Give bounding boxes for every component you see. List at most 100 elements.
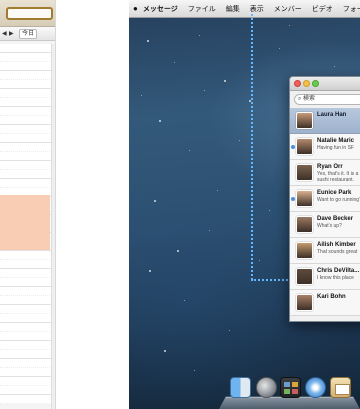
star — [177, 250, 179, 252]
calendar-time-row[interactable] — [0, 305, 52, 314]
finder-icon[interactable] — [230, 377, 251, 398]
calendar-time-row[interactable] — [0, 359, 52, 368]
star — [269, 210, 270, 211]
unread-dot-icon — [291, 197, 295, 201]
calendar-time-row[interactable] — [0, 287, 52, 296]
calendar-time-row[interactable] — [0, 143, 52, 152]
star — [194, 370, 195, 371]
calendar-time-row[interactable] — [0, 116, 52, 125]
calendar-time-row[interactable] — [0, 341, 52, 350]
avatar — [296, 294, 313, 311]
calendar-time-row[interactable] — [0, 71, 52, 80]
next-arrow-icon[interactable]: ▶ — [9, 30, 14, 37]
menu-file[interactable]: ファイル — [183, 4, 221, 14]
mail-icon[interactable] — [330, 377, 351, 398]
search-placeholder: 検索 — [303, 96, 316, 102]
calendar-time-row[interactable] — [0, 89, 52, 98]
calendar-scrollbar[interactable] — [51, 44, 55, 409]
star — [189, 150, 190, 151]
calendar-time-row[interactable] — [0, 323, 52, 332]
conversation-item[interactable]: Laura Han — [290, 108, 360, 134]
calendar-time-row[interactable] — [0, 80, 52, 89]
conversation-item[interactable]: Chris DeVilta... I know this place — [290, 264, 360, 290]
calendar-time-row[interactable] — [0, 350, 52, 359]
screenshot: ◀ ▶ 今日 ● メッセージ ファイル 編集 表示 メンバー ビデオ フォーマッ… — [0, 0, 360, 409]
calendar-time-row[interactable] — [0, 260, 52, 269]
star — [174, 62, 175, 63]
launchpad-icon[interactable] — [256, 377, 277, 398]
star — [229, 330, 230, 331]
calendar-time-row[interactable] — [0, 53, 52, 62]
conversation-name: Natalie Maric — [317, 138, 355, 144]
conversation-preview: Want to go running? — [317, 197, 360, 203]
star — [141, 95, 142, 96]
conversation-item[interactable]: Dave Becker What's up? — [290, 212, 360, 238]
star — [217, 190, 218, 191]
calendar-time-row[interactable] — [0, 296, 52, 305]
conversation-preview: That sounds great — [317, 249, 358, 255]
avatar — [296, 138, 313, 155]
avatar — [296, 190, 313, 207]
mission-control-icon[interactable] — [280, 377, 301, 398]
star — [334, 66, 335, 67]
conversation-name: Chris DeVilta... — [317, 268, 360, 274]
calendar-time-row[interactable] — [0, 98, 52, 107]
conversation-preview: What's up? — [317, 223, 342, 229]
calendar-nav-bar: ◀ ▶ 今日 — [0, 27, 55, 41]
messages-window: ⌕ 検索 Laura Han Natalie Maric Having fun in… — [289, 76, 360, 322]
calendar-time-row[interactable] — [0, 170, 52, 179]
conversation-item[interactable]: Natalie Maric Having fun in SF — [290, 134, 360, 160]
conversation-item[interactable]: Eunice Park Want to go running? — [290, 186, 360, 212]
star — [259, 260, 260, 261]
conversation-list: Laura Han Natalie Maric Having fun in SF Ry… — [290, 108, 360, 316]
calendar-event[interactable] — [0, 195, 50, 250]
calendar-time-row[interactable] — [0, 161, 52, 170]
zoom-button[interactable] — [312, 80, 319, 87]
calendar-time-row[interactable] — [0, 314, 52, 323]
close-button[interactable] — [294, 80, 301, 87]
star — [184, 300, 185, 301]
star — [159, 120, 161, 122]
previous-arrow-icon[interactable]: ◀ — [2, 30, 7, 37]
calendar-toolbar — [0, 0, 55, 27]
star — [199, 35, 200, 36]
conversation-item[interactable]: Ryan Orr Yes, that's it. It is a sushi re… — [290, 160, 360, 186]
star — [224, 80, 226, 82]
menu-buddies[interactable]: メンバー — [269, 4, 307, 14]
safari-icon[interactable] — [305, 377, 326, 398]
calendar-time-row[interactable] — [0, 368, 52, 377]
calendar-time-row[interactable] — [0, 62, 52, 71]
conversation-item[interactable]: Ailish Kimber That sounds great — [290, 238, 360, 264]
calendar-time-row[interactable] — [0, 251, 52, 260]
menu-edit[interactable]: 編集 — [221, 4, 245, 14]
star — [209, 230, 210, 231]
calendar-search-field[interactable] — [6, 7, 53, 20]
menu-video[interactable]: ビデオ — [307, 4, 338, 14]
calendar-time-row[interactable] — [0, 269, 52, 278]
star — [279, 48, 280, 49]
star — [149, 270, 151, 272]
conversation-item[interactable]: Kari Bohn — [290, 290, 360, 316]
calendar-time-row[interactable] — [0, 377, 52, 386]
messages-titlebar[interactable] — [290, 77, 360, 91]
menu-view[interactable]: 表示 — [245, 4, 269, 14]
menu-messages[interactable]: メッセージ — [138, 4, 183, 14]
calendar-time-row[interactable] — [0, 152, 52, 161]
avatar — [296, 242, 313, 259]
calendar-time-row[interactable] — [0, 278, 52, 287]
star — [204, 90, 205, 91]
calendar-time-row[interactable] — [0, 107, 52, 116]
today-button[interactable]: 今日 — [19, 29, 37, 39]
calendar-time-row[interactable] — [0, 386, 52, 395]
menu-format[interactable]: フォーマット — [338, 4, 360, 14]
calendar-time-row[interactable] — [0, 395, 52, 404]
minimize-button[interactable] — [303, 80, 310, 87]
calendar-time-row[interactable] — [0, 134, 52, 143]
star — [164, 350, 166, 352]
calendar-time-row[interactable] — [0, 179, 52, 188]
calendar-time-row[interactable] — [0, 44, 52, 53]
calendar-time-row[interactable] — [0, 332, 52, 341]
calendar-time-row[interactable] — [0, 125, 52, 134]
star — [147, 40, 149, 42]
search-input[interactable]: ⌕ 検索 — [294, 94, 360, 105]
